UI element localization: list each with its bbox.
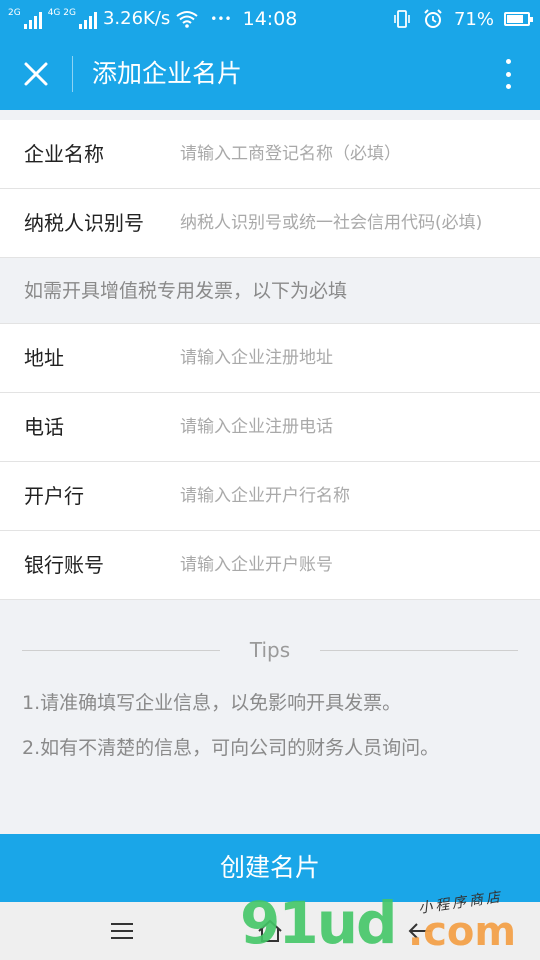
address-input[interactable]: [178, 338, 518, 378]
menu-icon: [111, 923, 133, 939]
create-card-button[interactable]: 创建名片: [0, 834, 540, 902]
tips-divider-right: [320, 650, 518, 651]
phone-input[interactable]: [178, 407, 518, 447]
close-button[interactable]: [18, 56, 54, 92]
company-name-input[interactable]: [178, 134, 518, 174]
vibrate-icon: [394, 10, 410, 28]
tax-id-label: 纳税人识别号: [24, 211, 144, 235]
tip-item: 1.请准确填写企业信息，以免影响开具发票。: [22, 692, 402, 714]
tax-id-input[interactable]: [178, 203, 518, 243]
app-header: 添加企业名片: [0, 38, 540, 110]
address-row: 地址: [0, 324, 540, 393]
account-input[interactable]: [178, 545, 518, 585]
bank-label: 开户行: [24, 484, 84, 508]
bank-input[interactable]: [178, 476, 518, 516]
status-bar: 2G 4G 2G 3.26K/s ••• 14:08 71%: [0, 0, 540, 38]
alarm-icon: [424, 9, 442, 28]
page-title: 添加企业名片: [92, 59, 243, 88]
status-right: 71%: [392, 8, 533, 30]
battery-percent: 71%: [453, 8, 494, 30]
close-icon: [24, 62, 48, 86]
address-label: 地址: [24, 346, 64, 370]
tips-header: Tips: [22, 634, 518, 666]
form-top-gap: [0, 110, 540, 120]
back-nav-button[interactable]: [405, 916, 435, 946]
more-dots-icon: [505, 59, 511, 64]
menu-nav-button[interactable]: [107, 916, 137, 946]
company-name-label: 企业名称: [24, 142, 104, 166]
phone-row: 电话: [0, 393, 540, 462]
system-nav-bar: [0, 902, 540, 960]
phone-label: 电话: [24, 415, 64, 439]
bank-row: 开户行: [0, 462, 540, 531]
vat-note-text: 如需开具增值税专用发票，以下为必填: [24, 280, 348, 302]
back-icon: [408, 923, 431, 939]
company-name-row: 企业名称: [0, 120, 540, 189]
header-divider: [72, 56, 73, 92]
home-icon: [258, 919, 282, 942]
vat-section-note: 如需开具增值税专用发票，以下为必填: [0, 258, 540, 324]
tax-id-row: 纳税人识别号: [0, 189, 540, 258]
account-label: 银行账号: [24, 553, 104, 577]
more-menu-button[interactable]: [496, 56, 520, 92]
home-nav-button[interactable]: [255, 916, 285, 946]
tip-item: 2.如有不清楚的信息，可向公司的财务人员询问。: [22, 737, 440, 759]
account-row: 银行账号: [0, 531, 540, 600]
battery-icon: [504, 12, 533, 26]
